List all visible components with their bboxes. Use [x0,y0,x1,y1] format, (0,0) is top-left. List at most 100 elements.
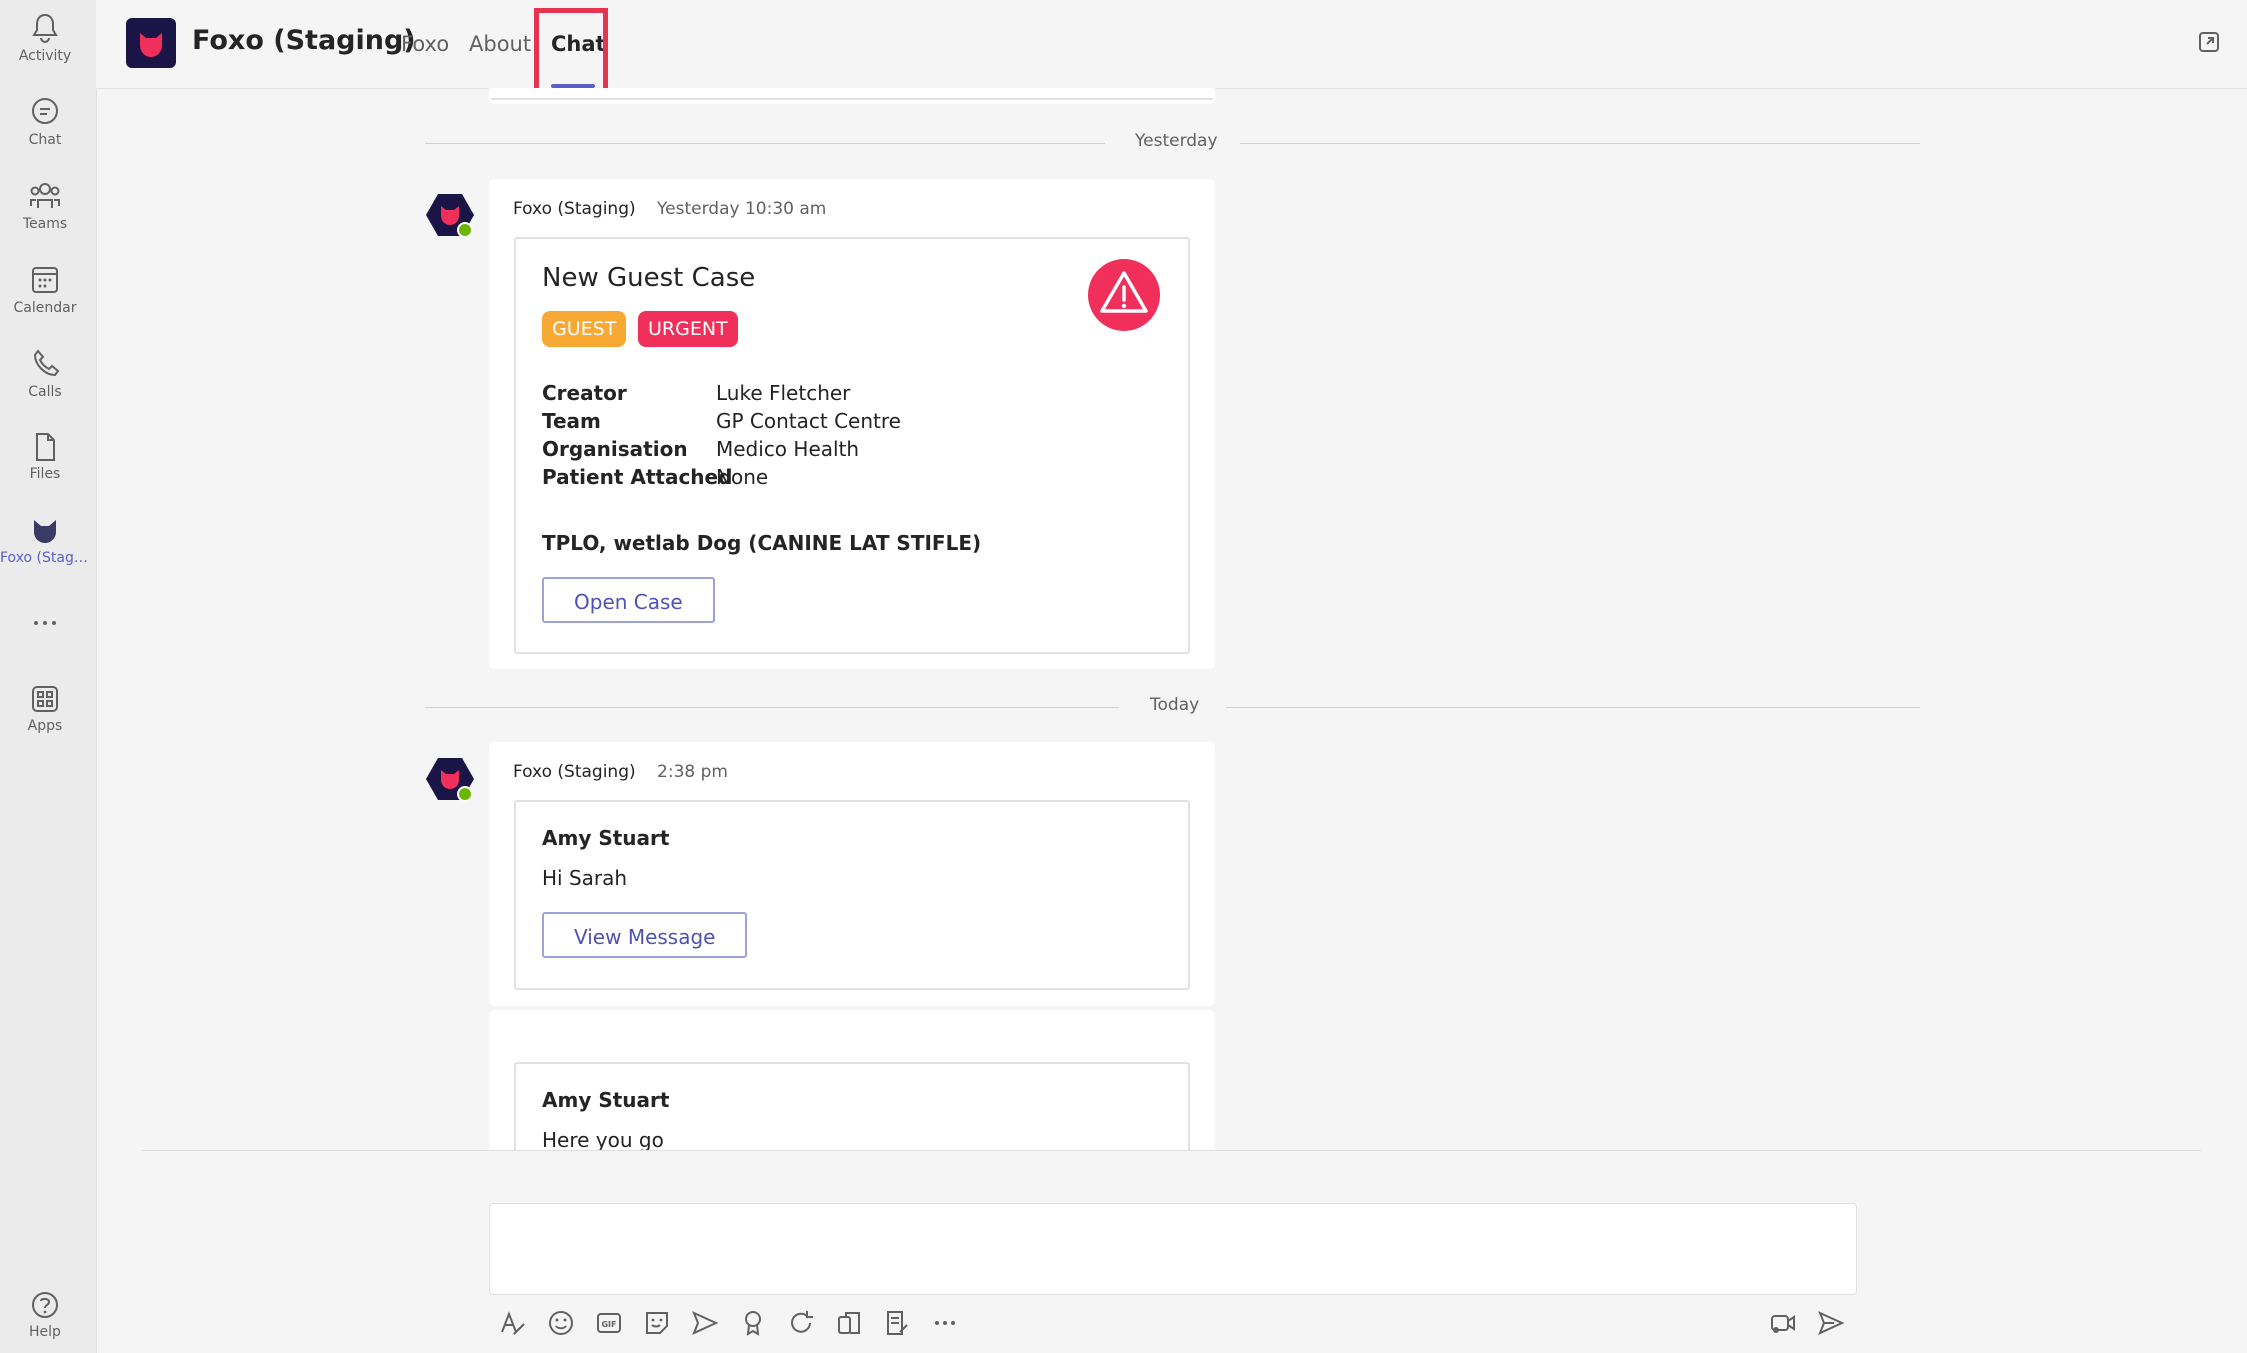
card-text: Hi Sarah [542,866,628,890]
app-pages-icon [838,1312,860,1334]
fact-key: Patient Attached [542,465,733,489]
rail-foxo[interactable]: Foxo (Stagi... [0,516,90,566]
rail-label: Calls [28,384,62,400]
calendar-icon [32,267,58,293]
video-camera-icon [1771,1315,1795,1333]
message-header: Foxo (Staging) 2:38 pm [513,762,728,782]
popout-icon [2199,32,2219,52]
fact-key: Team [542,409,601,433]
view-message-button[interactable]: View Message [542,912,748,958]
fact-value: None [716,465,769,489]
popout-button[interactable] [2197,30,2221,58]
rail-more[interactable] [0,618,90,628]
urgent-badge: URGENT [638,311,738,347]
sticker-icon [646,1312,668,1334]
guest-badge: GUEST [542,311,627,347]
rail-label: Teams [22,216,68,232]
date-separator-today: Today [425,695,1920,719]
card-text: Here you go [542,1128,664,1150]
tab-foxo[interactable]: Foxo [401,32,449,56]
presence-available-icon [457,786,473,802]
presence-available-icon [457,222,473,238]
video-clip-button[interactable] [1768,1308,1798,1338]
send-button[interactable] [1816,1308,1846,1338]
more-icon [935,1321,955,1325]
rail-calendar[interactable]: Calendar [0,264,90,316]
praise-button[interactable] [738,1308,768,1338]
gif-button[interactable]: GIF [594,1308,624,1338]
rail-chat[interactable]: Chat [0,96,90,148]
app-header: Foxo (Staging) Foxo About Chat [96,0,2247,98]
compose-divider [141,1150,2201,1151]
meet-now-button[interactable] [690,1308,720,1338]
emoji-button[interactable] [546,1308,576,1338]
svg-text:GIF: GIF [601,1320,616,1329]
phone-icon [33,349,60,377]
format-button[interactable] [498,1308,528,1338]
emoji-icon [549,1311,573,1335]
fact-key: Organisation [542,437,688,461]
message-sender: Foxo (Staging) [513,762,636,782]
rail-label: Activity [18,48,72,64]
card-from: Amy Stuart [542,826,670,850]
case-description: TPLO, wetlab Dog (CANINE LAT STIFLE) [542,531,982,555]
refresh-icon [791,1311,813,1333]
rail-apps[interactable]: Apps [0,684,90,734]
fact-value: Luke Fletcher [716,381,851,405]
app-title: Foxo (Staging) [192,25,416,56]
fact-value: Medico Health [716,437,860,461]
message-bubble: Amy Stuart Here you go [489,1010,1215,1150]
app-rail: Activity Chat Teams Calendar Calls Files… [0,0,97,1353]
warning-icon [1088,259,1160,331]
rail-label: Calendar [13,300,77,316]
rail-label: Help [29,1324,61,1340]
open-case-button[interactable]: Open Case [542,577,715,623]
previous-message-stub [489,88,1215,104]
rail-help[interactable]: Help [0,1290,90,1340]
tab-about[interactable]: About [469,32,531,56]
card-from: Amy Stuart [542,1088,670,1112]
foxo-logo [126,18,176,68]
message-card: Amy Stuart Here you go [514,1062,1190,1150]
date-separator-yesterday: Yesterday [425,131,1920,155]
gif-icon: GIF [597,1313,621,1333]
message-bubble: Foxo (Staging) Yesterday 10:30 am New Gu… [489,179,1215,669]
teams-icon [30,183,60,208]
message-compose-box[interactable] [489,1203,1857,1295]
message-header: Foxo (Staging) Yesterday 10:30 am [513,199,826,219]
rail-files[interactable]: Files [0,432,90,482]
case-card: New Guest Case GUEST URGENT Creator Luke… [514,237,1190,654]
message-time: 2:38 pm [657,762,728,782]
more-options-button[interactable] [930,1308,960,1338]
attach-app-button[interactable] [834,1308,864,1338]
fact-key: Creator [542,381,627,405]
more-icon [34,621,56,625]
bell-icon [32,13,58,44]
rail-label: Apps [27,718,63,734]
message-sender: Foxo (Staging) [513,199,636,219]
rail-label: Foxo (Stagi... [0,550,90,566]
fact-value: GP Contact Centre [716,409,901,433]
rail-activity[interactable]: Activity [0,12,90,64]
forms-icon [887,1311,908,1335]
rail-teams[interactable]: Teams [0,180,90,232]
message-card: Amy Stuart Hi Sarah View Message [514,800,1190,990]
date-label: Today [1150,695,1200,715]
rail-calls[interactable]: Calls [0,348,90,400]
rail-label: Files [29,466,61,482]
rail-label: Chat [28,132,62,148]
format-icon [501,1311,525,1335]
apps-icon [32,686,58,712]
message-time: Yesterday 10:30 am [657,199,827,219]
bot-avatar[interactable] [425,756,475,806]
sticker-button[interactable] [642,1308,672,1338]
bot-avatar[interactable] [425,192,475,242]
help-icon [32,1292,58,1318]
forms-button[interactable] [882,1308,912,1338]
date-label: Yesterday [1135,131,1218,151]
file-icon [36,433,55,461]
foxo-icon [34,520,56,543]
praise-icon [745,1311,761,1336]
tab-highlight-box [534,8,608,98]
loop-button[interactable] [786,1308,816,1338]
